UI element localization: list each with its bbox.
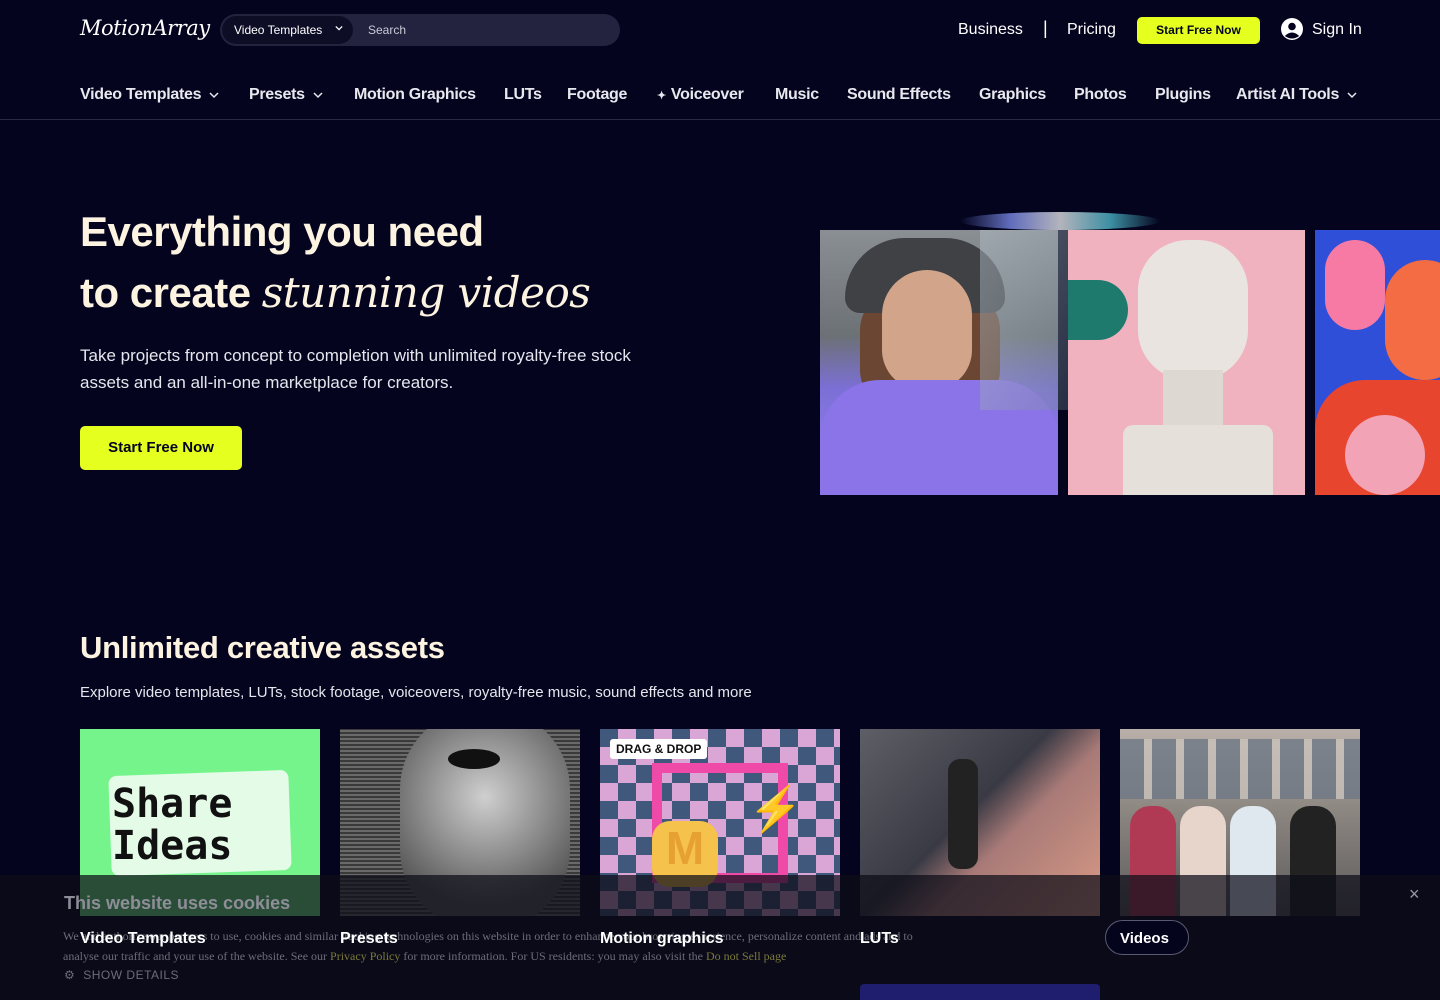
do-not-sell-link[interactable]: Do not Sell page: [706, 949, 786, 963]
nav-item-luts[interactable]: LUTs: [504, 86, 542, 104]
lightning-icon: ⚡: [748, 785, 803, 834]
hero-title-line-1: Everything you need: [80, 208, 484, 255]
nav-item-music[interactable]: Music: [775, 86, 819, 104]
nav-separator: |: [1043, 18, 1048, 38]
user-icon: [1281, 18, 1303, 40]
search-bar[interactable]: Video Templates Search: [220, 14, 620, 46]
nav-item-label: Footage: [567, 86, 628, 103]
hero-subtitle: Take projects from concept to completion…: [80, 346, 631, 392]
nav-item-label: Sound Effects: [847, 86, 951, 103]
card-label-motion-graphics[interactable]: Motion graphics: [600, 930, 724, 948]
search-input[interactable]: Search: [368, 23, 406, 37]
card-label-videos[interactable]: Videos: [1105, 920, 1189, 955]
nav-item-footage[interactable]: Footage: [567, 86, 627, 104]
assets-section-subtitle: Explore video templates, LUTs, stock foo…: [80, 684, 752, 701]
chevron-down-icon: [1347, 92, 1357, 98]
card-label-video-templates[interactable]: Video Templates: [80, 930, 206, 948]
chevron-down-icon: [209, 92, 219, 98]
nav-item-label: Music: [775, 86, 819, 103]
nav-item-label: Plugins: [1155, 86, 1211, 103]
nav-item-artist-ai-tools[interactable]: Artist AI Tools: [1236, 86, 1357, 104]
nav-item-label: Graphics: [979, 86, 1046, 103]
dropdown-strip: [860, 984, 1100, 1000]
card-label-presets[interactable]: Presets: [340, 930, 398, 948]
nav-item-graphics[interactable]: Graphics: [979, 86, 1046, 104]
nav-item-label: Motion Graphics: [354, 86, 476, 103]
gear-icon: ⚙: [64, 968, 76, 982]
nav-item-plugins[interactable]: Plugins: [1155, 86, 1211, 104]
nav-item-label: Video Templates: [80, 86, 202, 103]
pricing-link[interactable]: Pricing: [1067, 21, 1116, 39]
nav-item-presets[interactable]: Presets: [249, 86, 323, 104]
search-category-label: Video Templates: [234, 23, 323, 37]
card-art-text: Share Ideas: [112, 781, 233, 869]
logo[interactable]: MotionArray: [80, 16, 210, 40]
search-category-select[interactable]: Video Templates: [222, 16, 353, 44]
nav-item-label: Artist AI Tools: [1236, 86, 1340, 103]
hero-image-abstract: [1315, 230, 1440, 495]
start-free-button-header[interactable]: Start Free Now: [1137, 17, 1260, 44]
hero-media-strip: [820, 230, 1440, 495]
hero-title-plain: to create: [80, 269, 262, 316]
nav-item-voiceover[interactable]: ✦ Voiceover: [657, 86, 744, 104]
nav-item-motion-graphics[interactable]: Motion Graphics: [354, 86, 476, 104]
hero-glass-decoration: [980, 230, 1070, 410]
business-link[interactable]: Business: [958, 21, 1023, 39]
cookie-show-details-label: SHOW DETAILS: [83, 968, 180, 982]
sparkle-icon: ✦: [657, 90, 666, 102]
start-free-button-hero[interactable]: Start Free Now: [80, 426, 242, 470]
hero-title-line-2: to create stunning videos: [80, 268, 591, 317]
nav-item-label: Photos: [1074, 86, 1127, 103]
card-label-videos-text: Videos: [1120, 930, 1169, 947]
close-icon[interactable]: ×: [1409, 884, 1420, 905]
nav-item-sound-effects[interactable]: Sound Effects: [847, 86, 951, 104]
chevron-down-icon: [313, 92, 323, 98]
nav-item-video-templates[interactable]: Video Templates: [80, 86, 219, 104]
cookie-title: This website uses cookies: [64, 893, 291, 913]
nav-item-photos[interactable]: Photos: [1074, 86, 1127, 104]
sign-in-label: Sign In: [1312, 21, 1362, 38]
nav-item-label: LUTs: [504, 86, 542, 103]
category-nav: Video Templates Presets Motion Graphics …: [0, 60, 1440, 120]
hero-glow-decoration: [960, 212, 1160, 230]
assets-section-title: Unlimited creative assets: [80, 630, 445, 665]
top-bar: MotionArray Video Templates Search Busin…: [0, 0, 1440, 60]
drag-drop-badge: DRAG & DROP: [610, 739, 708, 759]
card-label-luts[interactable]: LUTs: [860, 930, 899, 948]
privacy-policy-link[interactable]: Privacy Policy: [330, 949, 400, 963]
hero-title-italic: stunning videos: [261, 268, 591, 317]
chevron-down-icon: [335, 25, 343, 31]
nav-item-label: Presets: [249, 86, 305, 103]
nav-item-label: Voiceover: [670, 86, 744, 103]
cookie-show-details[interactable]: ⚙ SHOW DETAILS: [64, 968, 179, 982]
hero-image-bust: [1068, 230, 1305, 495]
